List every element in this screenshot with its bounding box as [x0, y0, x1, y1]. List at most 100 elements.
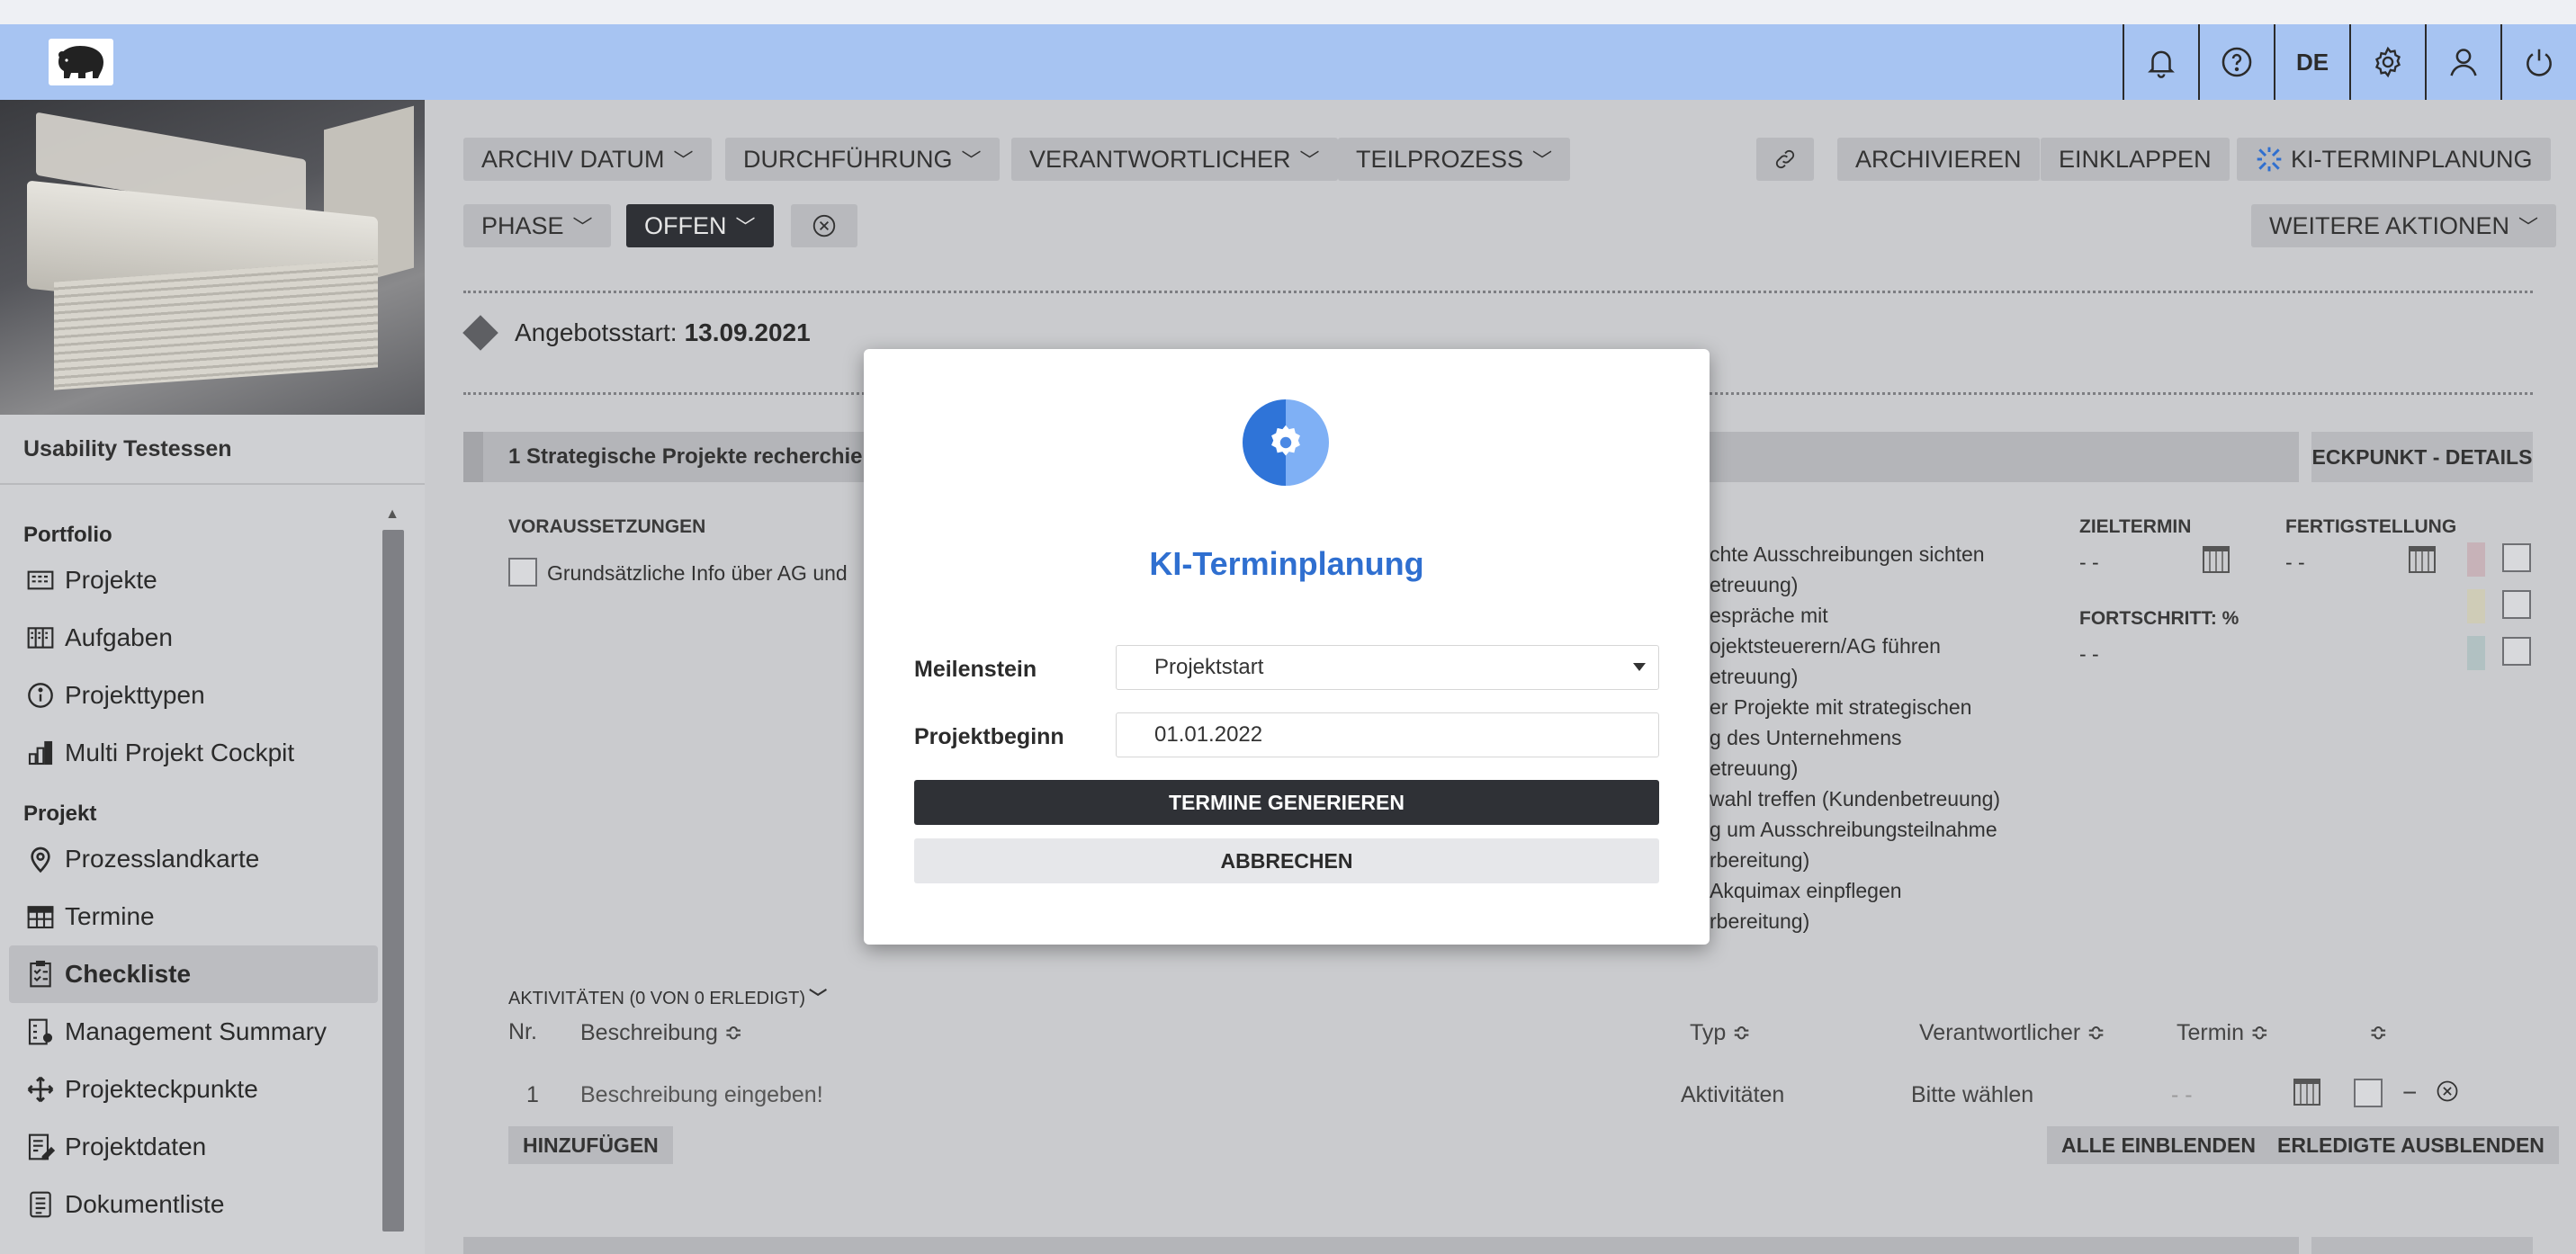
sidebar-item-termine[interactable]: Termine: [0, 888, 378, 945]
status-green-checkbox[interactable]: [2502, 637, 2531, 666]
sidebar-item-label: Checkliste: [65, 960, 192, 988]
projektbeginn-input[interactable]: 01.01.2022: [1116, 712, 1659, 757]
remove-circle-icon[interactable]: [2435, 1079, 2460, 1110]
weitere-aktionen-label: WEITERE AKTIONEN: [2269, 211, 2510, 239]
archivieren-button[interactable]: ARCHIVIEREN: [1837, 138, 2040, 181]
scroll-up-arrow-icon[interactable]: ▲: [381, 506, 404, 524]
divider: [463, 291, 2533, 293]
sidebar-item-label: Management Summary: [65, 1017, 328, 1045]
ergebnis-line: wahl treffen (Kundenbetreuung): [1710, 787, 2001, 811]
filter-phase[interactable]: PHASE ﹀: [463, 204, 611, 247]
ergebnis-line: etreuung): [1710, 665, 1799, 688]
power-icon[interactable]: [2500, 24, 2576, 100]
link-button[interactable]: [1756, 138, 1814, 181]
ki-terminplanung-button[interactable]: KI-TERMINPLANUNG: [2237, 138, 2551, 181]
filter-label: VERANTWORTLICHER: [1029, 145, 1291, 173]
milestone-date: 13.09.2021: [684, 318, 811, 346]
bell-icon[interactable]: [2123, 24, 2198, 100]
info-icon: [23, 681, 58, 710]
sidebar-item-projektdaten[interactable]: Projektdaten: [0, 1118, 378, 1176]
meilenstein-select[interactable]: Projektstart: [1116, 645, 1659, 690]
status-red-checkbox[interactable]: [2502, 543, 2531, 572]
zieltermin-calendar-icon[interactable]: [2203, 546, 2230, 573]
filter-label: TEILPROZESS: [1356, 145, 1524, 173]
row-calendar-icon[interactable]: [2293, 1079, 2320, 1106]
filter-teilprozess[interactable]: TEILPROZESS ﹀: [1338, 138, 1571, 181]
status-green-indicator: [2467, 636, 2485, 670]
link-icon: [1775, 149, 1795, 169]
tasks-icon: [23, 623, 58, 652]
dropdown-arrow-icon: [1633, 663, 1646, 671]
erledigte-ausblenden-button[interactable]: ERLEDIGTE AUSBLENDEN: [2263, 1126, 2559, 1164]
termine-generieren-button[interactable]: TERMINE GENERIEREN: [914, 780, 1659, 825]
col-verantwortlicher[interactable]: Verantwortlicher ≎: [1919, 1019, 2105, 1046]
fertigstellung-label: FERTIGSTELLUNG: [2285, 516, 2457, 537]
col-termin[interactable]: Termin ≎: [2177, 1019, 2269, 1046]
sidebar-item-label: Aufgaben: [65, 623, 173, 651]
language-toggle[interactable]: DE: [2274, 24, 2349, 100]
settings-icon[interactable]: [2349, 24, 2425, 100]
row-done-checkbox[interactable]: [2354, 1079, 2383, 1107]
top-navigation-bar: DE: [0, 24, 2576, 100]
col-beschreibung[interactable]: Beschreibung ≎: [580, 1019, 743, 1046]
sidebar-item-aufgaben[interactable]: Aufgaben: [0, 609, 378, 667]
dialog-title: KI-Terminplanung: [1149, 545, 1424, 582]
activities-heading[interactable]: AKTIVITÄTEN (0 VON 0 ERLEDIGT) ﹀: [508, 983, 827, 1009]
sidebar-item-projekteckpunkte[interactable]: Projekteckpunkte: [0, 1061, 378, 1118]
filter-label: OFFEN: [644, 211, 727, 239]
alle-einblenden-button[interactable]: ALLE EINBLENDEN: [2047, 1126, 2270, 1164]
ergebnis-line: rbereitung): [1710, 848, 1810, 872]
sidebar-item-label: Multi Projekt Cockpit: [65, 739, 295, 766]
filter-archiv-datum[interactable]: ARCHIV DATUM ﹀: [463, 138, 712, 181]
edit-doc-icon: [23, 1133, 58, 1161]
fertigstellung-calendar-icon[interactable]: [2409, 546, 2436, 573]
sidebar-item-dokumentliste[interactable]: Dokumentliste: [0, 1176, 378, 1233]
sidebar-item-checkliste[interactable]: Checkliste: [9, 945, 378, 1003]
filter-verantwortlicher[interactable]: VERANTWORTLICHER ﹀: [1011, 138, 1338, 181]
col-sort[interactable]: ≎: [2369, 1019, 2388, 1046]
minus-icon[interactable]: −: [2402, 1079, 2417, 1107]
sidebar-item-prozesslandkarte[interactable]: Prozesslandkarte: [0, 830, 378, 888]
sidebar-item-projekte[interactable]: Projekte: [0, 551, 378, 609]
scrollbar-thumb[interactable]: [382, 530, 404, 1232]
col-typ[interactable]: Typ ≎: [1690, 1019, 1751, 1046]
filter-label: ARCHIV DATUM: [481, 145, 665, 173]
filter-durchfuehrung[interactable]: DURCHFÜHRUNG ﹀: [725, 138, 1000, 181]
gear-icon: [1243, 399, 1329, 486]
abbrechen-button[interactable]: ABBRECHEN: [914, 838, 1659, 883]
sidebar-item-projekttypen[interactable]: Projekttypen: [0, 667, 378, 724]
ergebnis-line: g um Ausschreibungsteilnahme: [1710, 818, 1997, 841]
voraussetzung-checkbox[interactable]: [508, 558, 537, 587]
sidebar-item-multi-projekt-cockpit[interactable]: Multi Projekt Cockpit: [0, 724, 378, 782]
help-icon[interactable]: [2198, 24, 2274, 100]
einklappen-button[interactable]: EINKLAPPEN: [2041, 138, 2230, 181]
row-verantwortlicher[interactable]: Bitte wählen: [1911, 1082, 2033, 1108]
user-icon[interactable]: [2425, 24, 2500, 100]
eckpunkt-details-button[interactable]: ECKPUNKT - DETAILS: [2311, 432, 2533, 482]
fortschritt-label: FORTSCHRITT: %: [2079, 608, 2239, 629]
ergebnis-line: er Projekte mit strategischen: [1710, 695, 1972, 719]
ergebnis-line: chte Ausschreibungen sichten: [1710, 542, 1985, 566]
doc-list-icon: [23, 1190, 58, 1219]
status-yellow-checkbox[interactable]: [2502, 590, 2531, 619]
row-typ[interactable]: Aktivitäten: [1681, 1082, 1784, 1108]
weitere-aktionen-button[interactable]: WEITERE AKTIONEN ﹀: [2251, 204, 2557, 247]
filter-offen[interactable]: OFFEN ﹀: [626, 204, 774, 247]
chevron-down-icon: ﹀: [735, 216, 756, 238]
milestone-icon: [23, 1075, 58, 1104]
top-icon-group: DE: [2123, 24, 2576, 100]
hinzufuegen-button[interactable]: HINZUFÜGEN: [508, 1126, 673, 1164]
zieltermin-value: - -: [2079, 551, 2099, 574]
pin-icon: [23, 845, 58, 873]
milestone-header: Angebotsstart: 13.09.2021: [462, 315, 811, 351]
sidebar-scrollbar[interactable]: ▲: [381, 506, 404, 1232]
chart-icon: [23, 739, 58, 767]
row-beschreibung[interactable]: Beschreibung eingeben!: [580, 1082, 823, 1108]
clear-filters-button[interactable]: [791, 204, 857, 247]
ki-terminplanung-label: KI-TERMINPLANUNG: [2291, 145, 2533, 173]
bear-logo-icon[interactable]: [49, 39, 113, 85]
sidebar-item-management-summary[interactable]: Management Summary: [0, 1003, 378, 1061]
next-section-details-button[interactable]: [2311, 1237, 2533, 1254]
next-section-bar[interactable]: [463, 1237, 2299, 1254]
chevron-down-icon: ﹀: [961, 149, 982, 172]
